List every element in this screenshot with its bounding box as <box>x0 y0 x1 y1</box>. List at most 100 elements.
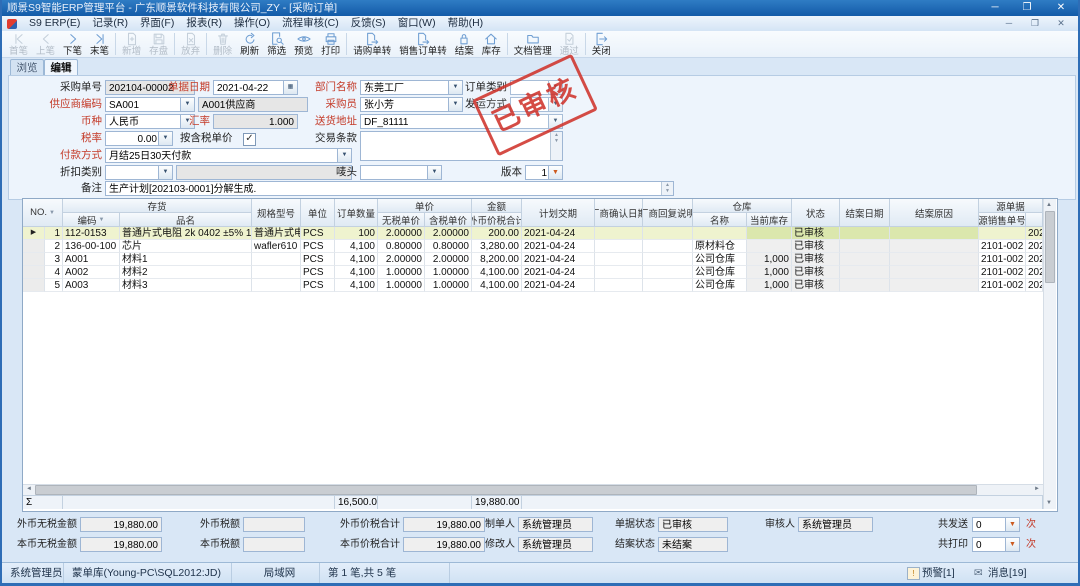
chevron-down-icon[interactable]: ▼ <box>158 166 172 179</box>
grid-cell-confirm[interactable] <box>595 253 643 266</box>
grid-cell-amt[interactable]: 8,200.00 <box>472 253 522 266</box>
toolbar-print-button[interactable]: 打印 <box>317 31 344 57</box>
grid-cell-due[interactable]: 2021-04-24 <box>522 227 595 240</box>
toolbar-folder-button[interactable]: 文档管理 <box>510 31 556 57</box>
version-field[interactable]: 1▼ <box>525 165 563 180</box>
row-indicator[interactable]: ▶ <box>23 227 45 240</box>
grid-cell-code[interactable]: A003 <box>63 279 120 292</box>
grid-cell-px[interactable]: 0.80000 <box>378 240 425 253</box>
grid-header-src[interactable] <box>1026 213 1043 227</box>
scroll-down-icon[interactable]: ▼ <box>1044 498 1054 508</box>
grid-cell-confirm[interactable] <box>595 240 643 253</box>
grid-cell-name[interactable]: 材料3 <box>120 279 252 292</box>
grid-cell-px[interactable]: 2.00000 <box>378 227 425 240</box>
grid-cell-pi[interactable]: 1.00000 <box>425 266 472 279</box>
grid-cell-reply[interactable] <box>643 279 693 292</box>
spinner-icon[interactable]: ▼ <box>158 132 172 145</box>
grid-header-编码[interactable]: 编码▼ <box>63 213 120 227</box>
grid-header-厂商回复说明[interactable]: 厂商回复说明 <box>643 199 693 227</box>
menu-item[interactable]: 界面(F) <box>134 16 180 31</box>
grid-cell-reply[interactable] <box>643 240 693 253</box>
toolbar-exit-button[interactable]: 关闭 <box>588 31 615 57</box>
toolbar-next-button[interactable]: 下笔 <box>59 31 86 57</box>
grid-cell-stock[interactable] <box>747 240 792 253</box>
grid-cell-amt[interactable]: 4,100.00 <box>472 279 522 292</box>
minimize-button[interactable]: ─ <box>984 1 1006 15</box>
grid-cell-amt[interactable]: 3,280.00 <box>472 240 522 253</box>
grid-cell-reason[interactable] <box>890 253 979 266</box>
grid-cell-spec[interactable] <box>252 279 301 292</box>
grid-cell-src[interactable]: 202 <box>1026 227 1043 240</box>
toolbar-last-button[interactable]: 末笔 <box>86 31 113 57</box>
grid-cell-px[interactable]: 2.00000 <box>378 253 425 266</box>
grid-header-当前库存[interactable]: 当前库存 <box>747 213 792 227</box>
grid-cell-name[interactable]: 芯片 <box>120 240 252 253</box>
grid-cell-status[interactable]: 已审核 <box>792 279 840 292</box>
grid-cell-closed[interactable] <box>840 266 890 279</box>
tab-edit[interactable]: 编辑 <box>44 59 78 76</box>
scroll-arrows-icon[interactable]: ▲▼ <box>550 132 562 160</box>
row-indicator[interactable] <box>23 253 45 266</box>
grid-cell-stock[interactable]: 1,000 <box>747 279 792 292</box>
grid-cell-no[interactable]: 3 <box>45 253 63 266</box>
grid-cell-status[interactable]: 已审核 <box>792 227 840 240</box>
discount-type-field[interactable]: ▼ <box>105 165 173 180</box>
vscroll-thumb[interactable] <box>1045 211 1055 283</box>
grid-cell-confirm[interactable] <box>595 279 643 292</box>
grid-header-源单据[interactable]: 源单据 <box>979 199 1043 213</box>
grid-header-单位[interactable]: 单位 <box>301 199 335 227</box>
grid-cell-no[interactable]: 4 <box>45 266 63 279</box>
grid-cell-stock[interactable] <box>747 227 792 240</box>
toolbar-lock-button[interactable]: 结案 <box>451 31 478 57</box>
grid-cell-src[interactable]: 202 <box>1026 266 1043 279</box>
scroll-up-icon[interactable]: ▲ <box>1044 200 1054 210</box>
grid-header-厂商确认日期[interactable]: 厂商确认日期 <box>595 199 643 227</box>
grid-cell-src[interactable]: 202 <box>1026 279 1043 292</box>
chevron-down-icon[interactable]: ▼ <box>337 149 351 162</box>
filter-funnel-icon[interactable]: ▼ <box>49 210 55 216</box>
grid-cell-qty[interactable]: 100 <box>335 227 378 240</box>
grid-cell-qty[interactable]: 4,100 <box>335 279 378 292</box>
grid-cell-closed[interactable] <box>840 227 890 240</box>
grid-cell-code[interactable]: 136-00-100 <box>63 240 120 253</box>
spinner-icon[interactable]: ▼ <box>1005 518 1019 531</box>
tax-incl-checkbox[interactable]: ✓ <box>243 133 256 146</box>
grid-cell-reason[interactable] <box>890 266 979 279</box>
grid-cell-status[interactable]: 已审核 <box>792 240 840 253</box>
grid-cell-code[interactable]: A002 <box>63 266 120 279</box>
grid-cell-name[interactable]: 材料2 <box>120 266 252 279</box>
grid-cell-spec[interactable]: 普通片式电阻.. <box>252 227 301 240</box>
menu-item[interactable]: 报表(R) <box>180 16 228 31</box>
grid-cell-unit[interactable]: PCS <box>301 227 335 240</box>
toolbar-transfer-request-button[interactable]: 请购单转 <box>349 31 395 57</box>
grid-header-结案日期[interactable]: 结案日期 <box>840 199 890 227</box>
grid-cell-qty[interactable]: 4,100 <box>335 240 378 253</box>
toolbar-filter-button[interactable]: 筛选 <box>263 31 290 57</box>
grid-header-含税单价[interactable]: 含税单价 <box>425 213 472 227</box>
footer-count-field[interactable]: 0▼ <box>972 517 1020 532</box>
grid-cell-wh[interactable] <box>693 227 747 240</box>
grid-cell-pi[interactable]: 1.00000 <box>425 279 472 292</box>
grid-header-仓库[interactable]: 仓库 <box>693 199 792 213</box>
menu-item[interactable]: 流程审核(C) <box>276 16 345 31</box>
grid-header-NO.[interactable]: NO.▼ <box>23 199 63 227</box>
spinner-icon[interactable]: ▼ <box>548 166 562 179</box>
grid-cell-qty[interactable]: 4,100 <box>335 266 378 279</box>
scroll-left-icon[interactable]: ◄ <box>24 485 34 494</box>
grid-cell-spec[interactable]: wafler610 <box>252 240 301 253</box>
grid-cell-due[interactable]: 2021-04-24 <box>522 253 595 266</box>
grid-header-源销售单号[interactable]: 源销售单号 <box>979 213 1026 227</box>
grid-cell-reason[interactable] <box>890 279 979 292</box>
grid-cell-due[interactable]: 2021-04-24 <box>522 240 595 253</box>
grid-cell-status[interactable]: 已审核 <box>792 253 840 266</box>
grid-cell-reason[interactable] <box>890 227 979 240</box>
grid-header-无税单价[interactable]: 无税单价 <box>378 213 425 227</box>
menu-item[interactable]: 帮助(H) <box>442 16 490 31</box>
mdi-restore-icon[interactable]: ❐ <box>1028 17 1042 30</box>
filter-funnel-icon[interactable]: ▼ <box>99 217 105 223</box>
grid-header-计划交期[interactable]: 计划交期 <box>522 199 595 227</box>
grid-cell-spec[interactable] <box>252 266 301 279</box>
footer-count-field[interactable]: 0▼ <box>972 537 1020 552</box>
grid-cell-reply[interactable] <box>643 266 693 279</box>
grid-cell-due[interactable]: 2021-04-24 <box>522 266 595 279</box>
